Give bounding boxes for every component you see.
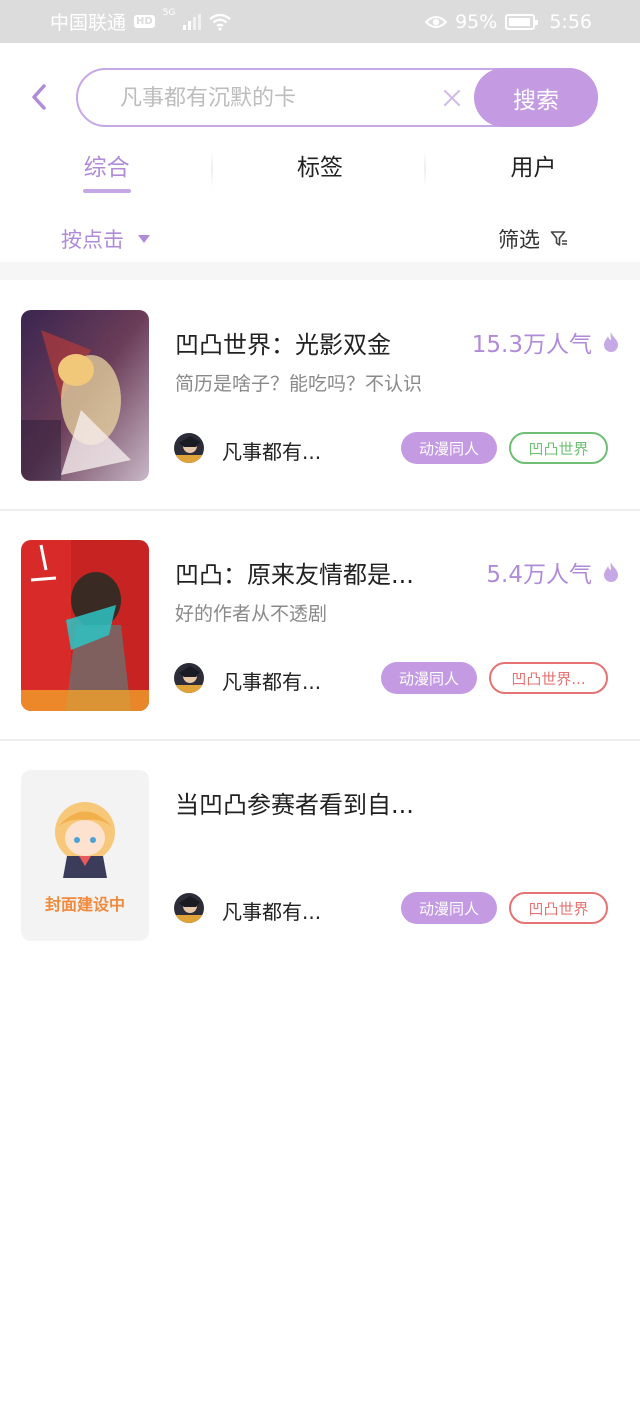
status-bar: 中国联通 HD 5G 95% 5:56 [0,0,640,43]
avatar[interactable] [174,893,204,923]
search-bar: 搜索 [76,68,598,127]
section-divider [0,262,640,280]
novel-description: 简历是啥子？能吃吗？不认识 [175,373,423,395]
novel-title[interactable]: 凹凸世界：光影双金 [175,325,391,360]
author-name[interactable]: 凡事都有... [222,666,321,695]
novel-description: 好的作者从不透剧 [175,603,328,625]
tab-divider [211,150,213,188]
genre-tag[interactable]: 动漫同人 [401,892,497,924]
avatar[interactable] [174,433,204,463]
popularity-count: 15.3万人气 [471,332,592,358]
tab-label: 用户 [510,155,557,181]
tab-bar: 综合 标签 用户 [0,140,640,198]
filter-label: 筛选 [498,228,540,252]
list-item[interactable]: 凹凸世界：光影双金 15.3万人气 简历是啥子？能吃吗？不认识 凡事都有... … [0,281,640,511]
tab-comprehensive[interactable]: 综合 [0,140,213,198]
popularity: 5.4万人气 [486,555,620,589]
sort-label: 按点击 [61,228,124,252]
flame-icon [604,332,618,352]
tab-divider [424,150,426,188]
filter-icon [550,231,567,246]
battery-icon [505,13,539,30]
tab-users[interactable]: 用户 [427,140,640,198]
list-item[interactable]: 封面建设中 当凹凸参赛者看到自... 凡事都有... 动漫同人 凹凸世界 [0,741,640,971]
topic-tag[interactable]: 凹凸世界... [489,662,608,694]
cover-image [21,540,149,711]
caret-down-icon [138,235,150,243]
genre-tag[interactable]: 动漫同人 [381,662,477,694]
popularity-count: 5.4万人气 [486,562,592,588]
cover-image [21,310,149,481]
avatar[interactable] [174,663,204,693]
wifi-icon [209,13,232,31]
author-name[interactable]: 凡事都有... [222,436,321,465]
network-type: 5G [162,8,176,18]
sort-dropdown[interactable]: 按点击 [61,224,150,254]
topic-tag[interactable]: 凹凸世界 [509,432,608,464]
tab-active-indicator [82,189,131,193]
filter-button[interactable]: 筛选 [498,224,568,254]
hd-badge: HD [134,15,155,28]
novel-title[interactable]: 凹凸：原来友情都是... [175,555,414,590]
tab-tags[interactable]: 标签 [213,140,426,198]
popularity: 15.3万人气 [472,325,620,359]
novel-title[interactable]: 当凹凸参赛者看到自... [175,785,414,820]
carrier-label: 中国联通 [50,12,127,34]
signal-icon [183,13,202,30]
back-icon[interactable] [26,82,54,112]
genre-tag[interactable]: 动漫同人 [401,432,497,464]
search-button[interactable]: 搜索 [474,68,598,127]
tab-label: 标签 [296,155,343,181]
list-item[interactable]: 凹凸：原来友情都是... 5.4万人气 好的作者从不透剧 凡事都有... 动漫同… [0,511,640,741]
author-name[interactable]: 凡事都有... [222,896,321,925]
cover-placeholder: 封面建设中 [21,770,149,941]
topic-tag[interactable]: 凹凸世界 [509,892,608,924]
battery-percent: 95% [455,10,498,33]
clock: 5:56 [549,10,592,33]
eye-icon [425,15,448,28]
clear-icon[interactable] [442,88,462,108]
flame-icon [604,562,618,582]
search-input[interactable] [120,82,440,114]
cover-placeholder-text: 封面建设中 [44,895,125,914]
